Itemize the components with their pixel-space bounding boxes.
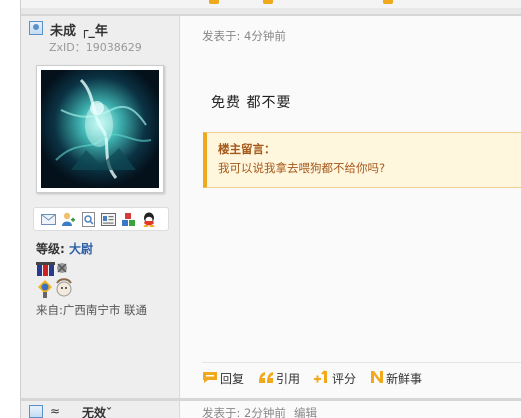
quote-label: 引用 [276, 372, 301, 386]
previous-quote-icon[interactable] [263, 0, 273, 4]
previous-post-actions [21, 0, 521, 8]
rate-button[interactable]: 评分 [314, 370, 356, 387]
level-label: 等级: [36, 242, 65, 256]
avatar[interactable] [36, 65, 164, 193]
owner-note-title: 楼主留言： [218, 142, 276, 156]
rate-icon [314, 370, 330, 387]
next-post-author: ≈ 无效ˇ [21, 401, 180, 418]
author-zxid: ZxID：19038629 [49, 41, 142, 54]
actions-divider [202, 362, 521, 363]
fresh-button[interactable]: 新鲜事 [370, 370, 422, 387]
author-panel: 未成 ┌_年 ZxID：19038629 等级: 大尉 来自:广西南宁市 联通 [21, 16, 180, 400]
post-content: 发表于: 4分钟前 免费 都不要 楼主留言： 我可以说我拿去喂狗都不给你吗? 回… [180, 16, 521, 400]
forum-post: 未成 ┌_年 ZxID：19038629 等级: 大尉 来自:广西南宁市 联通 … [21, 16, 521, 400]
blocks-icon[interactable] [120, 211, 137, 228]
quote-icon [258, 370, 274, 387]
forum-page: 未成 ┌_年 ZxID：19038629 等级: 大尉 来自:广西南宁市 联通 … [0, 0, 521, 418]
reply-button[interactable]: 回复 [202, 370, 244, 387]
medal-badge-1 [36, 262, 55, 276]
previous-reply-icon[interactable] [209, 0, 219, 4]
qq-icon[interactable] [140, 211, 157, 228]
mail-icon[interactable] [40, 211, 57, 228]
medal-badge-2 [57, 263, 67, 273]
author-username[interactable]: 未成 ┌_年 [50, 20, 108, 39]
avatar-image [41, 70, 159, 188]
profile-icon[interactable] [80, 211, 97, 228]
next-post-content: 发表于: 2分钟前 编辑 [180, 401, 521, 418]
author-action-bar [33, 207, 169, 231]
owner-note-body: 我可以说我拿去喂狗都不给你吗? [218, 161, 386, 175]
next-username[interactable]: 无效ˇ [82, 404, 112, 418]
post-body: 免费 都不要 [211, 95, 292, 111]
next-user-status-icon [29, 405, 43, 418]
quote-button[interactable]: 引用 [258, 370, 300, 387]
post-timestamp: 发表于: 4分钟前 [202, 29, 286, 43]
medal-badges [36, 261, 86, 299]
owner-note: 楼主留言： 我可以说我拿去喂狗都不给你吗? [203, 132, 521, 188]
author-location: 来自:广西南宁市 联通 [36, 303, 148, 317]
left-gutter [0, 0, 21, 418]
reply-icon [202, 370, 218, 387]
next-post-timestamp: 发表于: 2分钟前 [202, 406, 286, 418]
user-status-icon [29, 21, 43, 35]
next-username-prefix: ≈ [50, 404, 61, 418]
post-actions: 回复 引用 评分 新鲜事 [202, 370, 422, 387]
next-post-edit-link[interactable]: 编辑 [294, 405, 317, 418]
add-friend-icon[interactable] [60, 211, 77, 228]
medal-badge-4 [56, 278, 72, 297]
card-icon[interactable] [100, 211, 117, 228]
rate-label: 评分 [332, 372, 357, 386]
fresh-icon [370, 370, 384, 387]
author-level: 等级: 大尉 [36, 240, 93, 257]
fresh-label: 新鲜事 [386, 372, 423, 386]
level-rank: 大尉 [69, 242, 94, 256]
previous-fresh-icon[interactable] [383, 0, 393, 4]
medal-badge-3 [38, 280, 52, 298]
reply-label: 回复 [220, 372, 245, 386]
